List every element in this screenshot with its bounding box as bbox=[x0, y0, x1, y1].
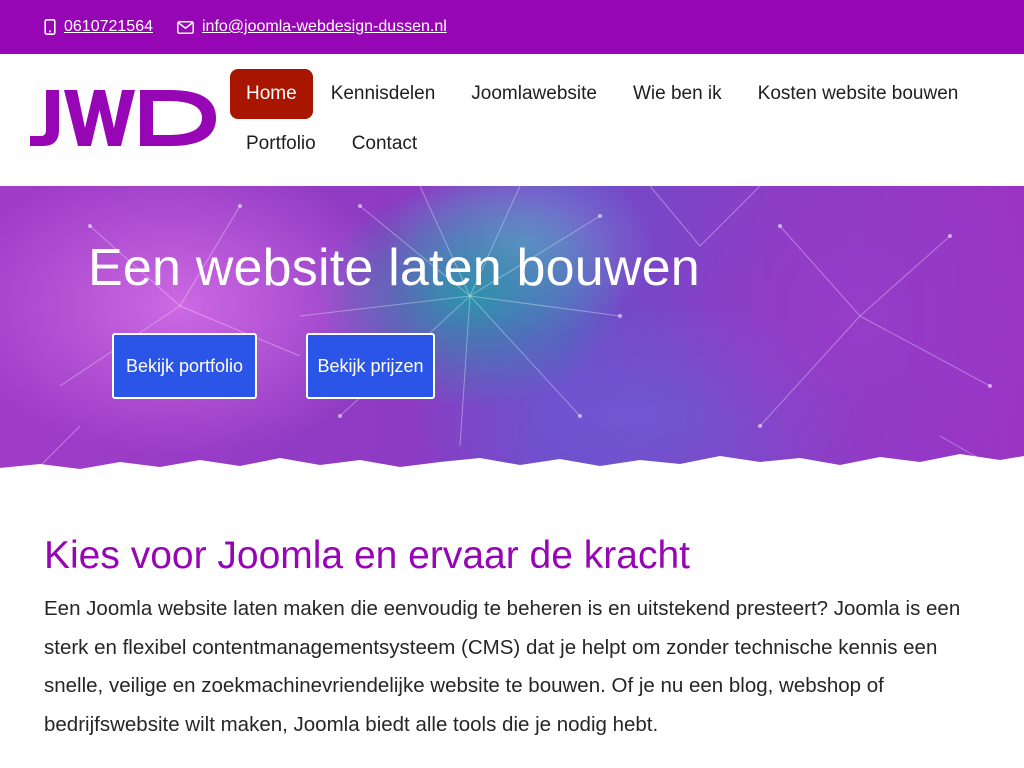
nav-kennisdelen[interactable]: Kennisdelen bbox=[313, 69, 454, 119]
nav-home[interactable]: Home bbox=[230, 69, 313, 119]
top-contact-bar: 0610721564 info@joomla-webdesign-dussen.… bbox=[0, 0, 1024, 54]
hero-banner: Een website laten bouwen Bekijk portfoli… bbox=[0, 186, 1024, 496]
main-navigation: Home Kennisdelen Joomlawebsite Wie ben i… bbox=[230, 69, 1024, 169]
mobile-phone-icon bbox=[44, 19, 56, 35]
envelope-icon bbox=[177, 20, 194, 34]
nav-wie-ben-ik[interactable]: Wie ben ik bbox=[615, 69, 740, 119]
nav-row-2: Portfolio Contact bbox=[230, 119, 1024, 169]
nav-portfolio[interactable]: Portfolio bbox=[230, 119, 334, 169]
nav-contact[interactable]: Contact bbox=[334, 119, 435, 169]
intro-paragraph: Een Joomla website laten maken die eenvo… bbox=[44, 597, 961, 736]
hero-title: Een website laten bouwen bbox=[88, 239, 700, 297]
phone-link[interactable]: 0610721564 bbox=[64, 18, 153, 36]
email-link[interactable]: info@joomla-webdesign-dussen.nl bbox=[202, 18, 447, 36]
email-contact: info@joomla-webdesign-dussen.nl bbox=[177, 18, 447, 36]
main-content: Kies voor Joomla en ervaar de kracht Een… bbox=[44, 530, 984, 744]
nav-joomlawebsite[interactable]: Joomlawebsite bbox=[453, 69, 615, 119]
nav-kosten-website-bouwen[interactable]: Kosten website bouwen bbox=[740, 69, 977, 119]
site-header: Home Kennisdelen Joomlawebsite Wie ben i… bbox=[0, 54, 1024, 186]
phone-contact: 0610721564 bbox=[44, 18, 153, 36]
view-portfolio-button[interactable]: Bekijk portfolio bbox=[112, 333, 257, 399]
section-heading: Kies voor Joomla en ervaar de kracht bbox=[44, 534, 690, 577]
site-logo[interactable] bbox=[28, 86, 220, 150]
nav-row-1: Home Kennisdelen Joomlawebsite Wie ben i… bbox=[230, 69, 1024, 119]
torn-paper-divider bbox=[0, 454, 1024, 496]
view-prices-button[interactable]: Bekijk prijzen bbox=[306, 333, 435, 399]
jwd-logo-mark bbox=[30, 90, 216, 146]
